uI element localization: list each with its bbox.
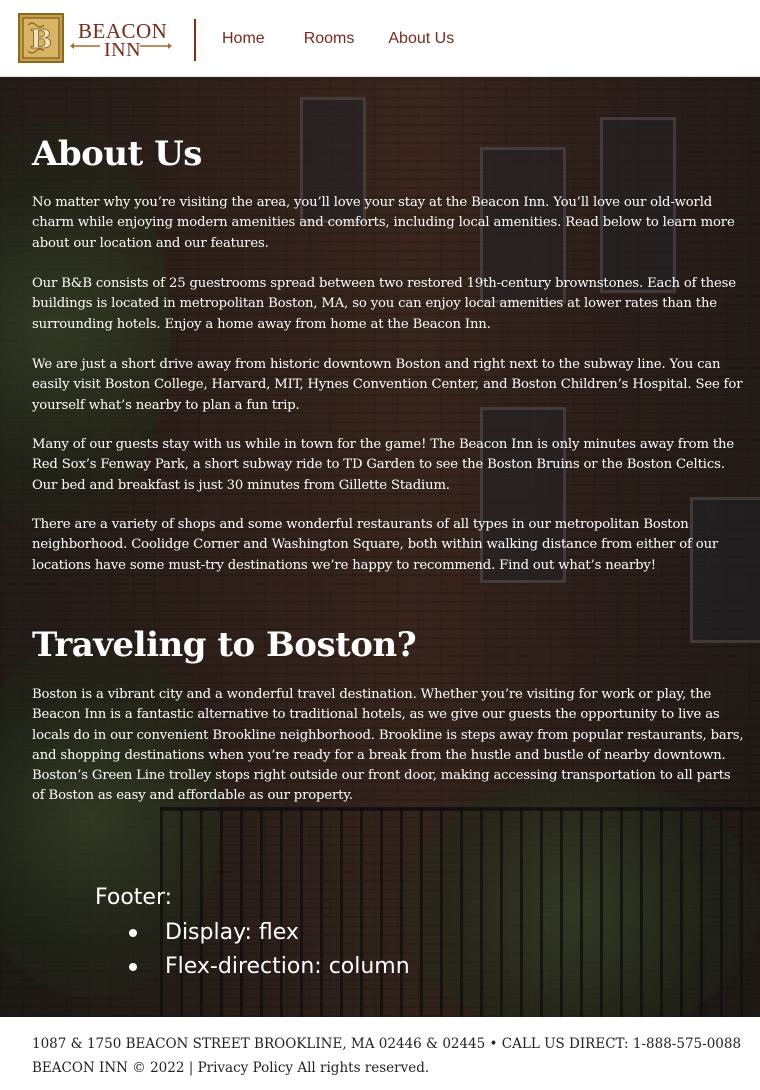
- nav-about-us[interactable]: About Us: [388, 30, 454, 48]
- about-paragraph: We are just a short drive away from hist…: [32, 357, 743, 413]
- nav-rooms[interactable]: Rooms: [304, 30, 355, 48]
- logo-line2: INN: [104, 39, 142, 61]
- about-paragraph: Many of our guests stay with us while in…: [32, 437, 735, 493]
- footer-address: 1087 & 1750 BEACON STREET BROOKLINE, MA …: [32, 1036, 742, 1052]
- travel-heading: Traveling to Boston?: [32, 625, 417, 665]
- main-nav: Home Rooms About Us: [222, 30, 454, 48]
- about-paragraph: Our B&B consists of 25 guestrooms spread…: [32, 276, 736, 332]
- annotation-list: Display: flex Flex-direction: column: [95, 916, 410, 984]
- hero-background: About Us No matter why you’re visiting t…: [0, 77, 760, 1017]
- annotation-item: Display: flex: [95, 916, 410, 950]
- site-header: B BEACON INN Home Rooms About Us: [0, 0, 760, 77]
- travel-paragraph: Boston is a vibrant city and a wonderful…: [32, 687, 744, 804]
- logo-monogram-icon: B: [18, 13, 64, 63]
- about-paragraph: There are a variety of shops and some wo…: [32, 517, 719, 573]
- site-footer: 1087 & 1750 BEACON STREET BROOKLINE, MA …: [0, 1017, 760, 1090]
- footer-rights: All rights reserved.: [297, 1060, 430, 1076]
- annotation-title: Footer:: [95, 885, 173, 910]
- logo[interactable]: B BEACON INN: [18, 13, 172, 63]
- footer-copyright: BEACON INN © 2022 |: [32, 1060, 194, 1076]
- footer-annotation: Footer: Display: flex Flex-direction: co…: [95, 885, 410, 984]
- annotation-item: Flex-direction: column: [95, 950, 410, 984]
- about-paragraph: No matter why you’re visiting the area, …: [32, 195, 735, 251]
- logo-monogram-letter: B: [30, 25, 52, 55]
- footer-copyright-line: BEACON INN © 2022 | Privacy Policy All r…: [32, 1056, 760, 1080]
- privacy-policy-link[interactable]: Privacy Policy: [198, 1060, 294, 1076]
- nav-home[interactable]: Home: [222, 30, 265, 48]
- about-heading: About Us: [32, 134, 202, 174]
- logo-wordmark: BEACON INN: [68, 13, 172, 63]
- header-divider: [194, 19, 196, 61]
